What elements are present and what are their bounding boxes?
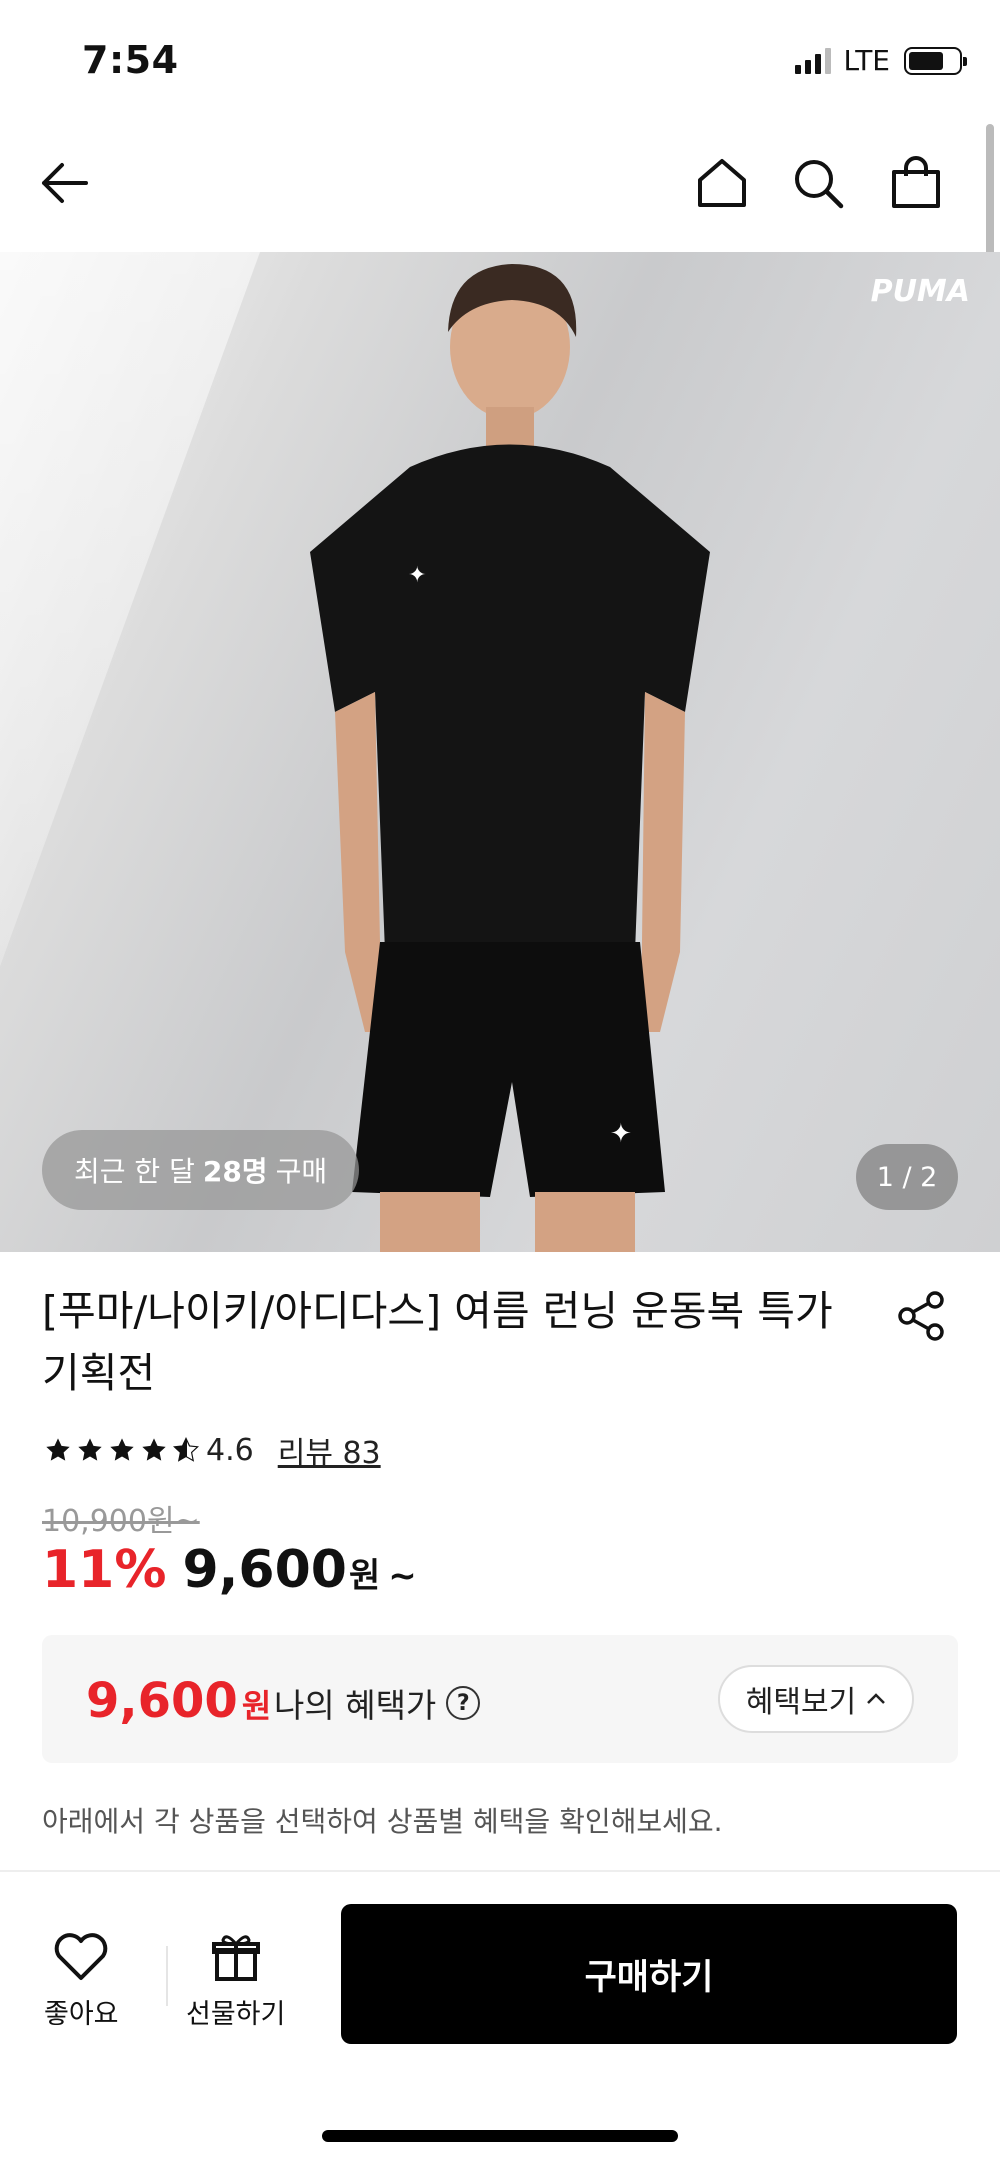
product-image[interactable]: ✦ ✦ PUMA: [0, 252, 1000, 1252]
half-star-icon: [173, 1436, 199, 1462]
bottom-action-bar: 좋아요 선물하기 구매하기: [0, 1872, 1000, 2165]
sale-price: 9,600: [182, 1540, 347, 1600]
help-icon[interactable]: ?: [446, 1686, 481, 1720]
benefit-label-text: 나의 혜택가: [274, 1686, 437, 1725]
search-icon[interactable]: [788, 153, 848, 213]
view-benefits-label: 혜택보기: [745, 1685, 857, 1720]
svg-text:✦: ✦: [408, 563, 426, 588]
price-row: 11% 9,600 원 ~: [42, 1540, 417, 1600]
status-indicators: LTE: [795, 44, 967, 77]
recent-purchase-badge: 최근 한 달 28명 구매: [42, 1130, 360, 1210]
network-label: LTE: [843, 44, 890, 77]
buy-button[interactable]: 구매하기: [341, 1904, 957, 2044]
recent-suffix: 구매: [275, 1155, 328, 1188]
gift-label: 선물하기: [186, 1999, 286, 2030]
like-label: 좋아요: [44, 1999, 119, 2030]
price-suffix: ~: [388, 1556, 417, 1596]
star-icon: [142, 1438, 166, 1461]
home-icon[interactable]: [692, 153, 752, 213]
benefit-price-unit: 원: [241, 1687, 272, 1725]
image-pager: 1 / 2: [856, 1144, 958, 1210]
separator: [166, 1946, 168, 2006]
status-time: 7:54: [82, 38, 179, 82]
gift-icon: [211, 1935, 260, 1981]
heart-icon: [54, 1933, 108, 1980]
battery-icon: [904, 46, 967, 75]
benefit-notice: 아래에서 각 상품을 선택하여 상품별 혜택을 확인해보세요.: [42, 1805, 723, 1838]
benefit-price-value: 9,600: [86, 1673, 238, 1729]
discount-rate: 11%: [42, 1540, 167, 1600]
original-price: 10,900원~: [42, 1504, 200, 1539]
recent-count: 28명: [202, 1155, 268, 1188]
star-icon: [110, 1438, 134, 1461]
share-icon[interactable]: [895, 1290, 947, 1342]
price-unit: 원: [348, 1556, 381, 1596]
view-benefits-button[interactable]: 혜택보기: [718, 1665, 914, 1733]
rating-value: 4.6: [206, 1432, 254, 1468]
benefit-label: 나의 혜택가 ?: [274, 1679, 481, 1727]
like-button[interactable]: 좋아요: [44, 1932, 119, 2031]
signal-icon: [795, 47, 832, 74]
rating-stars: [44, 1436, 200, 1464]
star-icon: [46, 1438, 70, 1461]
review-link[interactable]: 리뷰 83: [278, 1428, 381, 1472]
model-photo: ✦ ✦: [310, 264, 710, 1252]
recent-prefix: 최근 한 달: [74, 1155, 195, 1188]
star-icon: [78, 1438, 102, 1461]
svg-text:✦: ✦: [610, 1119, 632, 1149]
chevron-up-icon: [867, 1693, 886, 1704]
rating-row: 4.6 리뷰 83: [44, 1428, 381, 1472]
benefit-box: 9,600 원 나의 혜택가 ? 혜택보기: [42, 1635, 958, 1763]
back-arrow-icon[interactable]: [34, 153, 94, 213]
shopping-bag-icon[interactable]: [886, 153, 946, 213]
product-title: [푸마/나이키/아디다스] 여름 런닝 운동복 특가 기획전: [42, 1287, 833, 1397]
gift-button[interactable]: 선물하기: [186, 1932, 285, 2031]
home-indicator[interactable]: [322, 2130, 678, 2142]
benefit-price: 9,600 원: [86, 1673, 271, 1729]
brand-watermark: PUMA: [870, 274, 970, 309]
